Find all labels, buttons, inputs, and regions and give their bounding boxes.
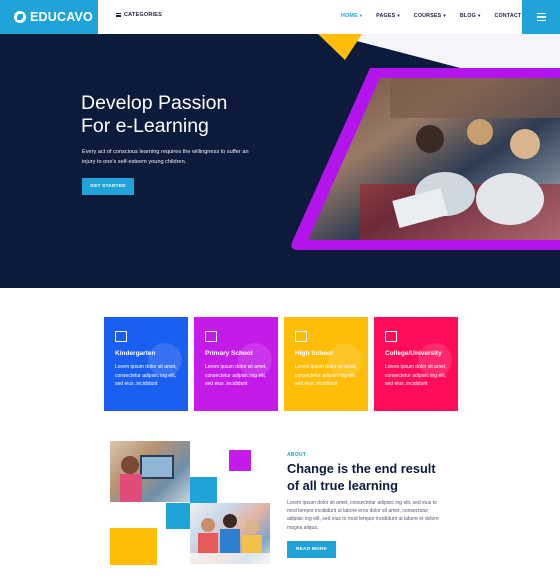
hamburger-line bbox=[536, 16, 546, 18]
about-title-line: of all true learning bbox=[287, 477, 398, 493]
categories-button[interactable]: CATEGORIES bbox=[116, 12, 162, 18]
university-icon bbox=[385, 331, 397, 342]
logo-text: EDUCAVO bbox=[30, 10, 93, 24]
logo[interactable]: EDUCAVO bbox=[0, 0, 98, 34]
hero-description: Every act of conscious learning requires… bbox=[82, 149, 249, 165]
logo-leaf-icon bbox=[14, 11, 26, 23]
hamburger-line bbox=[536, 19, 546, 21]
hero-title-line: For e-Learning bbox=[81, 115, 209, 137]
about-eyebrow: ABOUT bbox=[287, 452, 307, 458]
card-primary-school[interactable]: Primary School Lorem ipsum dolor sit ame… bbox=[194, 317, 278, 411]
get-started-button[interactable]: GET STARTED bbox=[82, 178, 134, 195]
clipboard-icon bbox=[295, 331, 307, 342]
yellow-triangle bbox=[318, 34, 362, 60]
read-more-button[interactable]: READ MORE bbox=[287, 541, 336, 558]
card-decoration bbox=[328, 343, 362, 377]
abc-blocks-icon bbox=[115, 331, 127, 342]
card-decoration bbox=[238, 343, 272, 377]
menu-item-label: BLOG bbox=[459, 13, 476, 19]
magenta-square bbox=[229, 450, 251, 471]
child-at-computer-photo bbox=[110, 441, 190, 502]
hero-title-line: Develop Passion bbox=[81, 92, 228, 114]
chevron-down-icon: ▾ bbox=[359, 13, 363, 18]
top-navbar: EDUCAVO CATEGORIES HOME ▾ PAGES ▾ COURSES ▾… bbox=[0, 0, 560, 34]
card-decoration bbox=[148, 343, 182, 377]
blue-square bbox=[166, 503, 190, 529]
chevron-down-icon: ▾ bbox=[443, 13, 446, 18]
card-kindergarten[interactable]: Kindergarten Lorem ipsum dolor sit amet,… bbox=[104, 317, 188, 411]
grid-menu-icon bbox=[116, 13, 121, 17]
board-icon bbox=[205, 331, 217, 342]
chevron-down-icon: ▾ bbox=[477, 13, 481, 18]
card-college-university[interactable]: College/University Lorem ipsum dolor sit… bbox=[374, 317, 458, 411]
menu-item-label: CONTACT bbox=[494, 13, 522, 19]
main-menu: HOME▾ PAGES▾ COURSES▾ BLOG▾ CONTACT▾ bbox=[341, 13, 540, 19]
about-image-collage bbox=[110, 441, 272, 571]
classroom-photo bbox=[190, 503, 270, 564]
card-high-school[interactable]: High School Lorem ipsum dolor sit amet, … bbox=[284, 317, 368, 411]
menu-item-label: PAGES bbox=[376, 13, 396, 19]
blue-square bbox=[190, 477, 217, 503]
menu-item-label: HOME bbox=[341, 13, 358, 19]
menu-item-label: COURSES bbox=[413, 13, 442, 19]
yellow-square bbox=[110, 528, 157, 565]
menu-item-courses[interactable]: COURSES ▾ bbox=[414, 13, 446, 19]
menu-item-blog[interactable]: BLOG ▾ bbox=[460, 13, 481, 19]
about-text: Lorem ipsum dolor sit amet, consectetur … bbox=[287, 500, 439, 531]
chevron-down-icon: ▾ bbox=[397, 13, 400, 18]
about-title-line: Change is the end result bbox=[287, 461, 436, 476]
hamburger-line bbox=[536, 13, 546, 15]
about-title: Change is the end result of all true lea… bbox=[287, 461, 447, 494]
hamburger-menu-button[interactable] bbox=[522, 0, 560, 34]
categories-label: CATEGORIES bbox=[124, 12, 162, 18]
hero-section: Develop Passion For e-Learning Every act… bbox=[0, 34, 560, 288]
category-cards: Kindergarten Lorem ipsum dolor sit amet,… bbox=[104, 317, 458, 411]
hero-title: Develop Passion For e-Learning bbox=[81, 92, 301, 138]
menu-item-home[interactable]: HOME ▾ bbox=[341, 13, 362, 19]
card-decoration bbox=[418, 343, 452, 377]
menu-item-pages[interactable]: PAGES ▾ bbox=[376, 13, 400, 19]
